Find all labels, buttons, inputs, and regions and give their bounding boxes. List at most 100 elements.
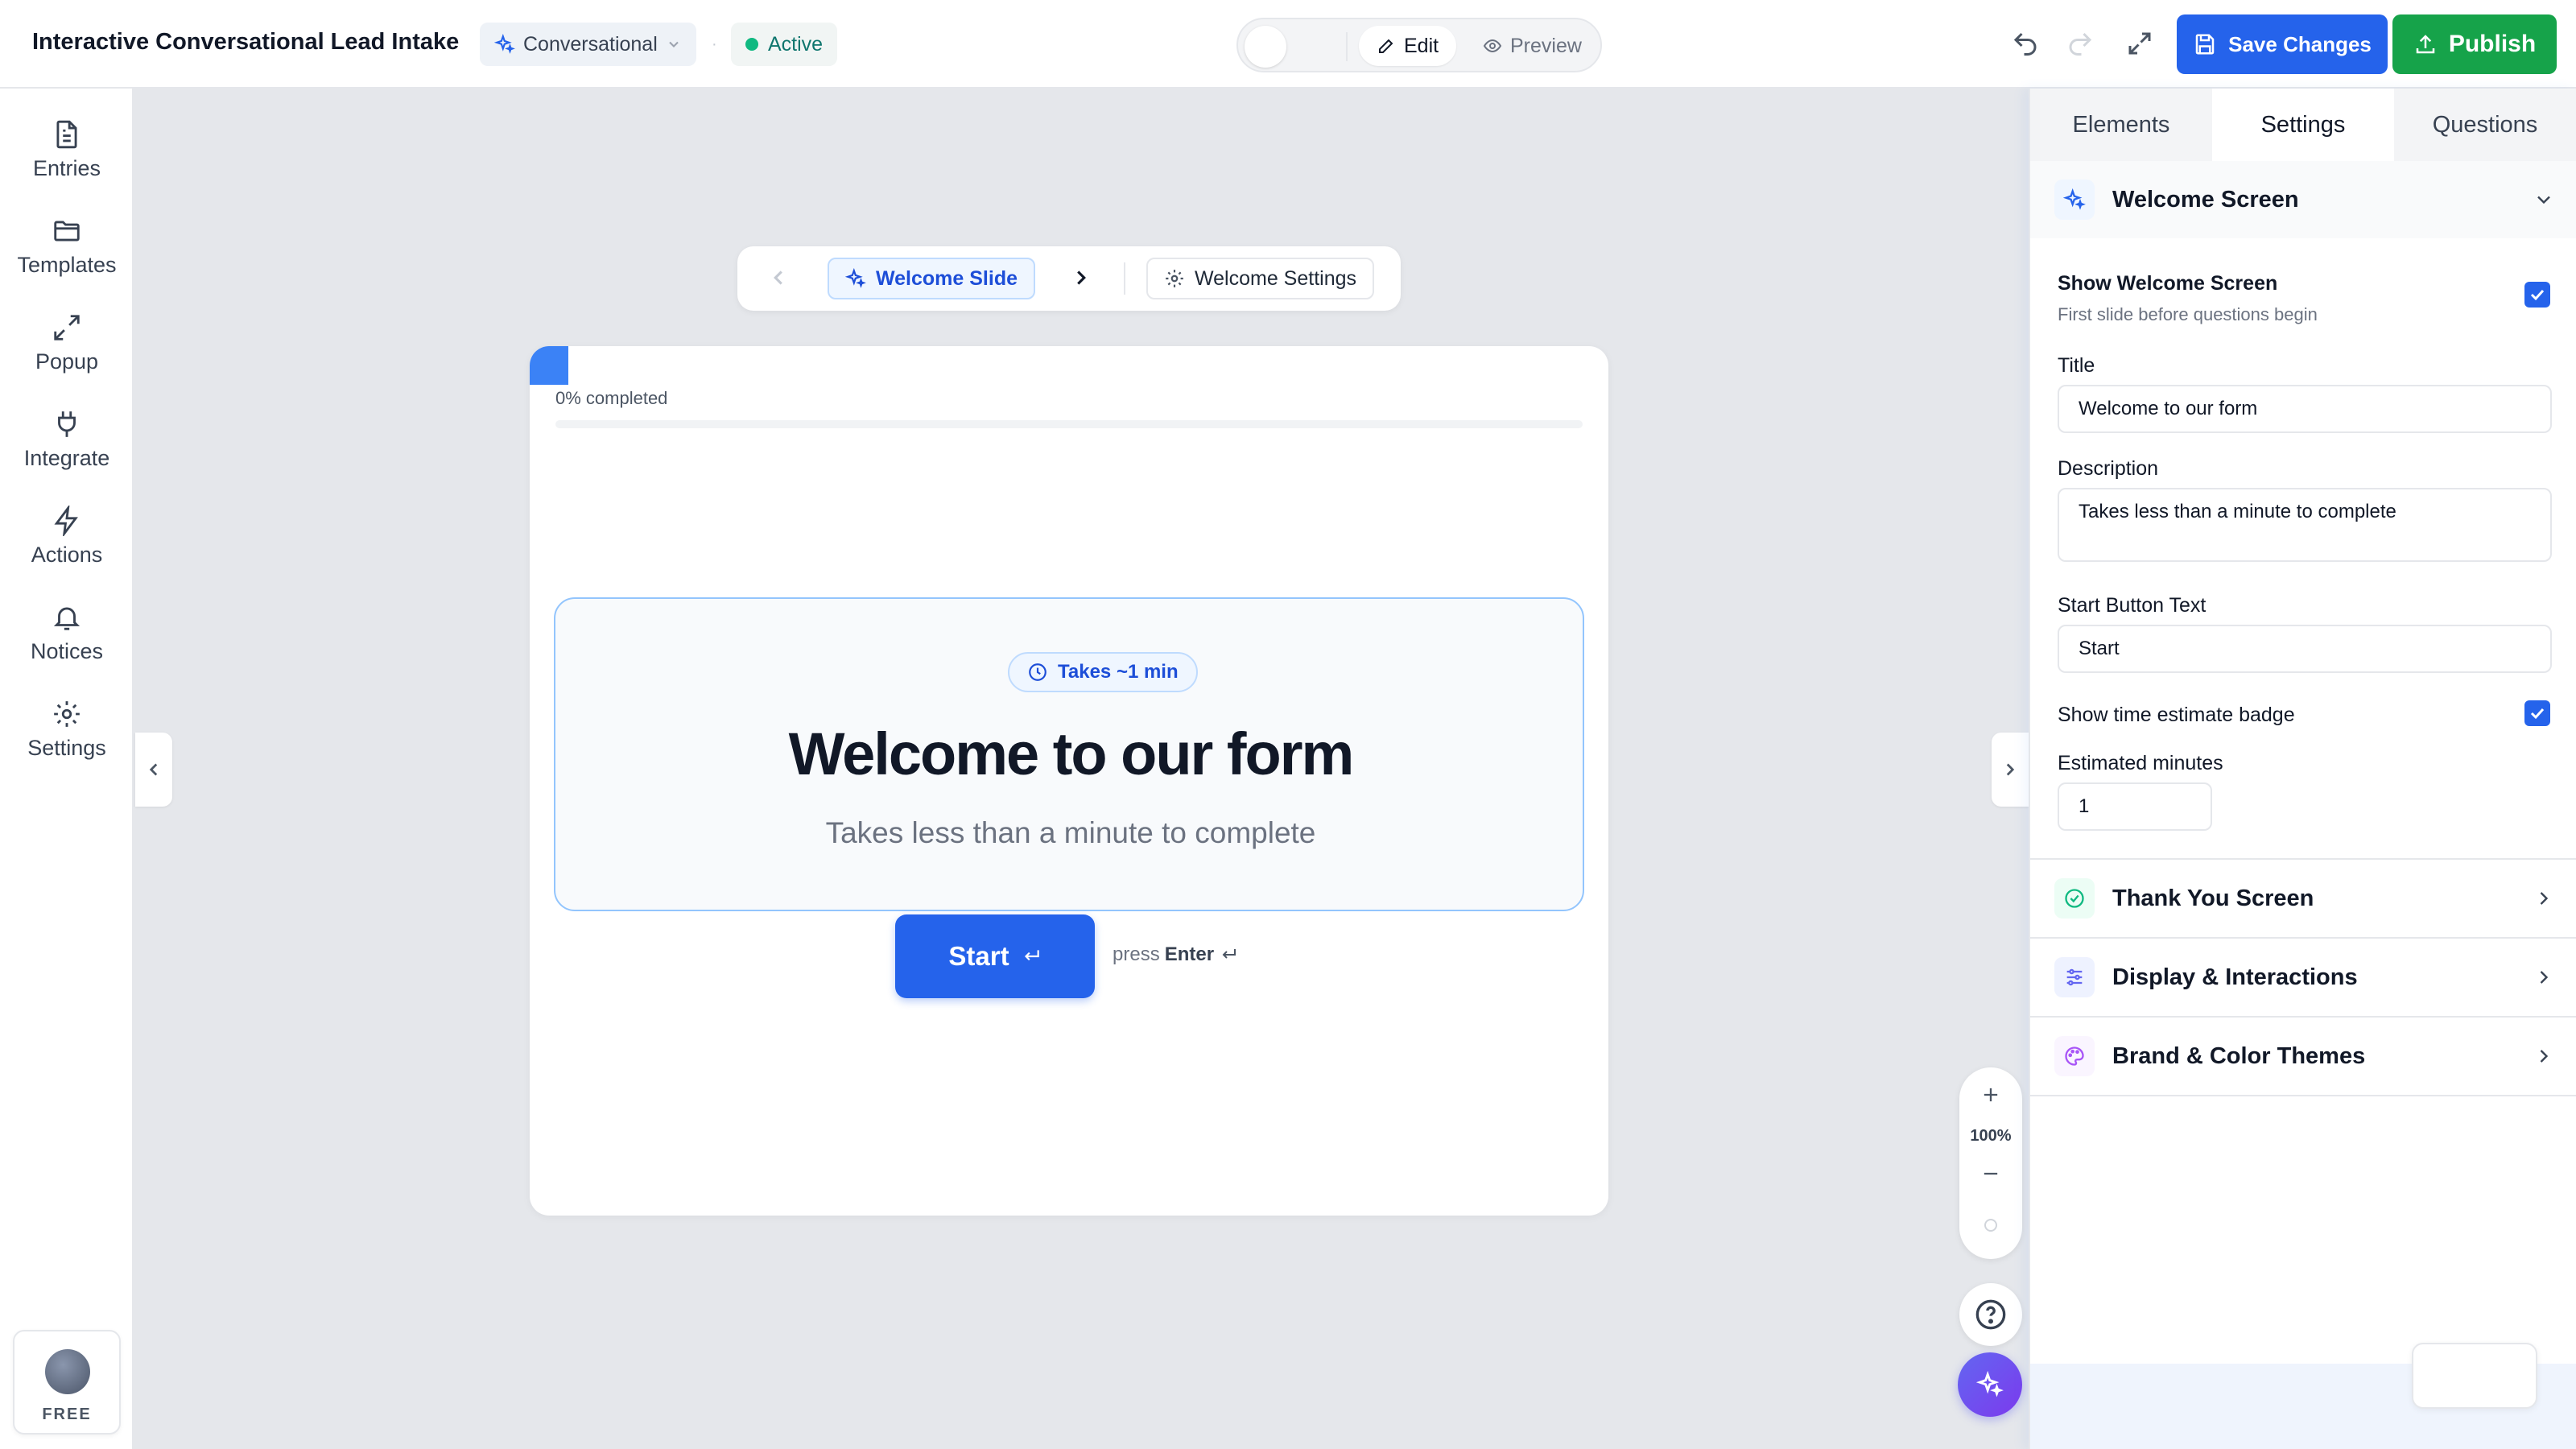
- sidebar-item-popup[interactable]: Popup: [0, 312, 134, 393]
- sidebar-item-label: Popup: [35, 349, 99, 374]
- section-icon: [2054, 180, 2095, 220]
- chevron-down-icon: [2533, 188, 2555, 211]
- chevron-right-icon: [2533, 966, 2555, 989]
- chevron-right-icon: [2533, 1045, 2555, 1067]
- sidebar-item-integrate[interactable]: Integrate: [0, 409, 134, 489]
- plug-icon: [52, 409, 82, 440]
- start-text-field-label: Start Button Text: [2058, 594, 2207, 617]
- show-welcome-checkbox[interactable]: [2524, 282, 2550, 308]
- welcome-settings-button[interactable]: Welcome Settings: [1146, 258, 1375, 299]
- zoom-level: 100%: [1970, 1127, 2012, 1145]
- hint-key: Enter: [1164, 943, 1215, 965]
- sidebar-item-label: Notices: [30, 639, 104, 663]
- minus-icon[interactable]: [1979, 1162, 2002, 1185]
- sidebar-item-notices[interactable]: Notices: [0, 602, 134, 683]
- settings-panel: Elements Settings Questions Welcome Scre…: [2029, 89, 2576, 1449]
- plan-label: FREE: [42, 1406, 92, 1423]
- collapse-left-button[interactable]: [135, 733, 172, 807]
- title-input[interactable]: Welcome to our form: [2058, 385, 2552, 433]
- start-label: Start: [948, 941, 1009, 971]
- save-label: Save Changes: [2228, 31, 2372, 56]
- chevron-left-icon[interactable]: [766, 266, 791, 290]
- tab-questions[interactable]: Questions: [2394, 89, 2576, 161]
- form-preview-card: 0% completed Takes ~1 min Welcome to our…: [530, 346, 1608, 1216]
- section-title: Thank You Screen: [2112, 885, 2314, 911]
- sidebar-item-settings[interactable]: Settings: [0, 699, 134, 779]
- tab-elements[interactable]: Elements: [2030, 89, 2212, 161]
- edit-preview-toggle[interactable]: Edit Preview: [1236, 18, 1602, 72]
- section-title: Brand & Color Themes: [2112, 1042, 2366, 1069]
- section-display-interactions[interactable]: Display & Interactions: [2030, 939, 2576, 1016]
- welcome-description: Takes less than a minute to complete: [825, 816, 1316, 849]
- sparkle-icon: [494, 34, 515, 55]
- current-slide-tab[interactable]: Welcome Slide: [828, 258, 1035, 299]
- estimated-minutes-input[interactable]: 1: [2058, 782, 2212, 831]
- plus-icon[interactable]: [1979, 1084, 2002, 1106]
- enter-key-icon: [1021, 946, 1042, 967]
- preview-mode-button[interactable]: Preview: [1470, 26, 1595, 66]
- plan-card[interactable]: FREE: [13, 1330, 121, 1435]
- folder-icon: [52, 216, 82, 246]
- sparkle-icon: [1976, 1371, 2004, 1398]
- tab-settings[interactable]: Settings: [2212, 89, 2394, 161]
- avatar[interactable]: [45, 1349, 90, 1394]
- collapse-right-button[interactable]: [1992, 733, 2029, 807]
- ai-assistant-button[interactable]: [1958, 1352, 2022, 1417]
- publish-button[interactable]: Publish: [2392, 14, 2557, 74]
- section-welcome-screen[interactable]: Welcome Screen: [2030, 161, 2576, 238]
- chevron-right-icon: [2000, 759, 2021, 780]
- welcome-title: Welcome to our form: [788, 720, 1355, 787]
- save-icon: [2193, 32, 2217, 56]
- chevron-left-icon: [143, 759, 164, 780]
- sidebar-item-entries[interactable]: Entries: [0, 119, 134, 200]
- sidebar-item-label: Actions: [31, 543, 103, 567]
- form-title[interactable]: Interactive Conversational Lead Intake: [32, 29, 459, 56]
- hint-prefix: press: [1113, 943, 1160, 965]
- gear-icon: [52, 699, 82, 729]
- description-textarea[interactable]: Takes less than a minute to complete: [2058, 488, 2552, 562]
- clock-icon: [1027, 662, 1048, 683]
- time-badge-label: Takes ~1 min: [1058, 661, 1179, 683]
- form-mode-dropdown[interactable]: Conversational: [480, 23, 696, 66]
- section-thank-you-screen[interactable]: Thank You Screen: [2030, 860, 2576, 937]
- zoom-controls: 100%: [1959, 1067, 2022, 1259]
- sidebar-item-templates[interactable]: Templates: [0, 216, 134, 296]
- panel-tabs: Elements Settings Questions: [2030, 89, 2576, 161]
- keyboard-hint: press Enter: [1113, 943, 1238, 966]
- current-slide-label: Welcome Slide: [876, 266, 1018, 290]
- status-badge[interactable]: Active: [731, 23, 838, 66]
- help-button[interactable]: [1959, 1283, 2022, 1346]
- section-brand-color-themes[interactable]: Brand & Color Themes: [2030, 1018, 2576, 1095]
- undo-icon[interactable]: [2011, 29, 2040, 58]
- start-text-input[interactable]: Start: [2058, 625, 2552, 673]
- show-welcome-label: Show Welcome Screen: [2058, 272, 2278, 295]
- start-button[interactable]: Start: [895, 914, 1095, 998]
- reset-zoom-icon[interactable]: [1981, 1216, 2000, 1235]
- title-field-label: Title: [2058, 354, 2095, 377]
- checkmark-icon: [2528, 704, 2547, 723]
- progress-text: 0% completed: [555, 388, 668, 408]
- welcome-screen-block[interactable]: Takes ~1 min Welcome to our form Takes l…: [554, 597, 1584, 998]
- sparkle-icon: [2063, 188, 2086, 211]
- time-badge-toggle-label: Show time estimate badge: [2058, 704, 2295, 726]
- nav-divider: [1124, 262, 1125, 295]
- section-title: Welcome Screen: [2112, 186, 2299, 213]
- upload-icon: [2413, 32, 2438, 56]
- save-changes-button[interactable]: Save Changes: [2177, 14, 2388, 74]
- floating-widget[interactable]: [2412, 1343, 2537, 1409]
- status-label: Active: [768, 32, 824, 56]
- chevron-right-icon[interactable]: [1069, 266, 1093, 290]
- time-badge-checkbox[interactable]: [2524, 700, 2550, 726]
- top-bar: Interactive Conversational Lead Intake C…: [0, 0, 2576, 89]
- time-estimate-badge: Takes ~1 min: [1008, 652, 1198, 692]
- pencil-icon: [1377, 36, 1396, 56]
- sidebar-item-actions[interactable]: Actions: [0, 506, 134, 586]
- toggle-knob[interactable]: [1245, 26, 1286, 68]
- bolt-icon: [52, 506, 82, 536]
- description-field-label: Description: [2058, 457, 2159, 480]
- edit-mode-button[interactable]: Edit: [1359, 26, 1457, 66]
- redo-icon[interactable]: [2066, 29, 2095, 58]
- sliders-icon: [2063, 966, 2086, 989]
- progress-bar: [555, 420, 1583, 428]
- fullscreen-icon[interactable]: [2125, 29, 2154, 58]
